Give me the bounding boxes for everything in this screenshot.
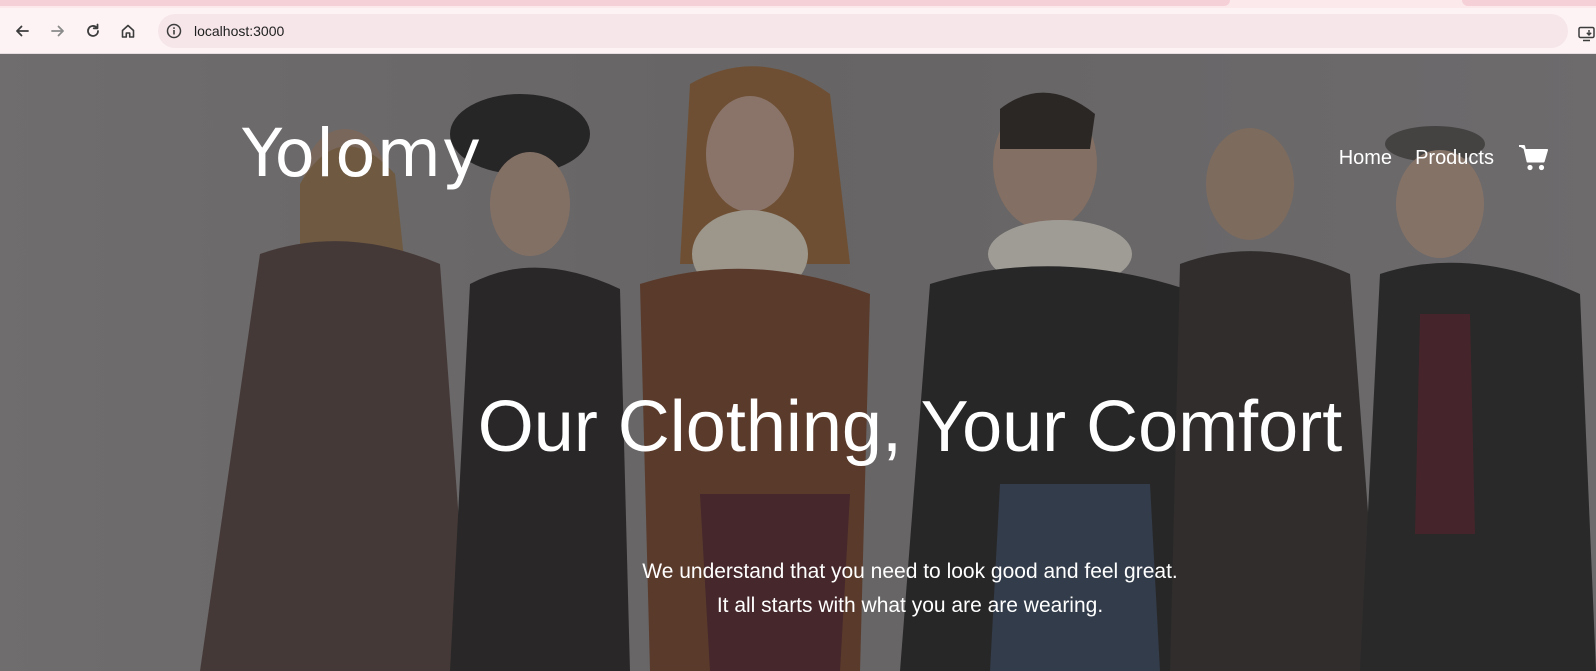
nav-link-products[interactable]: Products: [1415, 147, 1494, 170]
browser-toolbar: localhost:3000: [0, 8, 1596, 54]
home-icon: [121, 24, 135, 38]
reload-button[interactable]: [78, 16, 108, 46]
active-tab[interactable]: [0, 0, 1230, 6]
install-app-icon[interactable]: [1578, 25, 1596, 43]
hero-headline: Our Clothing, Your Comfort: [477, 387, 1343, 467]
tab-strip-right: [1462, 0, 1596, 6]
shopping-cart-icon[interactable]: [1518, 144, 1548, 172]
reload-icon: [87, 23, 99, 37]
hero-subtext-line-2: It all starts with what you are are wear…: [716, 594, 1104, 617]
site-nav: Home Products: [1316, 144, 1548, 172]
forward-button[interactable]: [43, 16, 73, 46]
site-logo[interactable]: Yolomy: [242, 114, 482, 194]
address-bar[interactable]: localhost:3000: [158, 14, 1568, 48]
url-text[interactable]: localhost:3000: [194, 22, 284, 40]
page-viewport: Yolomy Home Products Our Clothing, Your …: [0, 54, 1596, 671]
hero-subtext-line-1: We understand that you need to look good…: [642, 560, 1178, 583]
home-button[interactable]: [113, 16, 143, 46]
arrow-right-icon: [51, 25, 64, 37]
back-button[interactable]: [7, 16, 37, 46]
arrow-left-icon: [16, 25, 29, 37]
nav-link-home[interactable]: Home: [1339, 147, 1392, 170]
tab-strip: [0, 0, 1596, 8]
info-icon[interactable]: [166, 23, 182, 39]
